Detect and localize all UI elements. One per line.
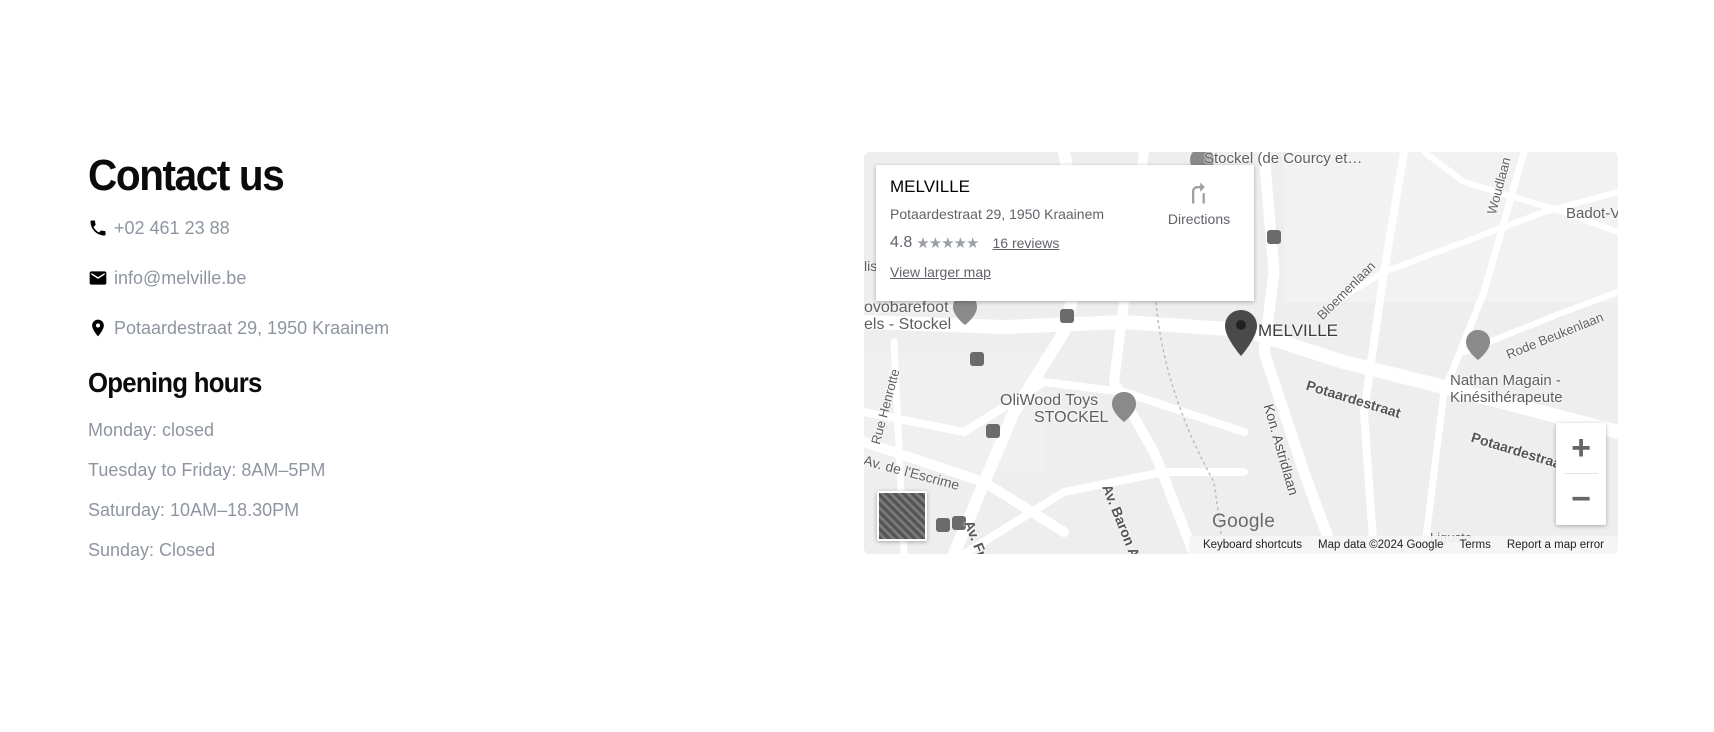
address-link[interactable]: Potaardestraat 29, 1950 Kraainem — [114, 318, 389, 339]
map-label-badot: Badot-V — [1566, 205, 1618, 222]
directions-button[interactable]: Directions — [1154, 179, 1244, 227]
phone-link[interactable]: +02 461 23 88 — [114, 218, 230, 239]
pin-label[interactable]: MELVILLE — [1258, 321, 1338, 341]
directions-label: Directions — [1167, 211, 1231, 227]
place-info-card: MELVILLE Potaardestraat 29, 1950 Kraaine… — [876, 165, 1254, 301]
hours-item: Sunday: Closed — [88, 540, 216, 560]
satellite-layer-toggle[interactable] — [877, 491, 927, 541]
zoom-in-button[interactable]: + — [1556, 423, 1606, 473]
map-label-stockel-shop: STOCKEL — [1034, 409, 1109, 426]
map-label-nathan: Nathan Magain - — [1450, 372, 1561, 389]
phone-row: +02 461 23 88 — [88, 216, 608, 240]
view-larger-map-link[interactable]: View larger map — [890, 264, 1240, 280]
opening-hours-title: Opening hours — [88, 367, 262, 398]
email-row: info@melville.be — [88, 266, 608, 290]
terms-link[interactable]: Terms — [1460, 539, 1491, 551]
map-data-text: Map data ©2024 Google — [1318, 539, 1444, 551]
report-error-link[interactable]: Report a map error — [1507, 539, 1604, 551]
map-label-barefoot-sub: els - Stockel — [864, 316, 952, 333]
keyboard-shortcuts-link[interactable]: Keyboard shortcuts — [1203, 539, 1302, 551]
hours-item: Saturday: 10AM–18.30PM — [88, 500, 300, 520]
opening-hours-list: Monday: closed Tuesday to Friday: 8AM–5P… — [88, 420, 608, 580]
zoom-controls: + − — [1556, 423, 1606, 525]
map-attribution-bar: Keyboard shortcuts Map data ©2024 Google… — [1188, 536, 1618, 554]
rating-row: 4.8 ★★★★★ 16 reviews — [890, 234, 1240, 252]
mail-icon — [88, 267, 110, 289]
email-link[interactable]: info@melville.be — [114, 268, 246, 289]
hours-item: Monday: closed — [88, 420, 215, 440]
zoom-out-button[interactable]: − — [1556, 474, 1606, 524]
contact-title: Contact us — [88, 151, 285, 200]
map-label-oliwood: OliWood Toys — [1000, 392, 1099, 409]
location-pin-icon — [88, 317, 110, 339]
rating-value: 4.8 — [890, 234, 913, 251]
embedded-map[interactable]: Stockel (de Courcy et… Badot-V Woudlaan … — [864, 152, 1618, 554]
phone-icon — [88, 217, 110, 239]
google-logo: Google — [1212, 511, 1276, 532]
star-rating-icon: ★★★★★ — [916, 235, 979, 252]
map-label-nathan-sub: Kinésithérapeute — [1450, 389, 1563, 406]
map-label-barefoot: ovobarefoot — [864, 299, 949, 316]
hours-item: Tuesday to Friday: 8AM–5PM — [88, 460, 326, 480]
contact-section: Contact us +02 461 23 88 info@melville.b… — [88, 150, 608, 580]
directions-icon — [1192, 182, 1205, 204]
address-row: Potaardestraat 29, 1950 Kraainem — [88, 316, 608, 340]
reviews-link[interactable]: 16 reviews — [993, 235, 1060, 251]
